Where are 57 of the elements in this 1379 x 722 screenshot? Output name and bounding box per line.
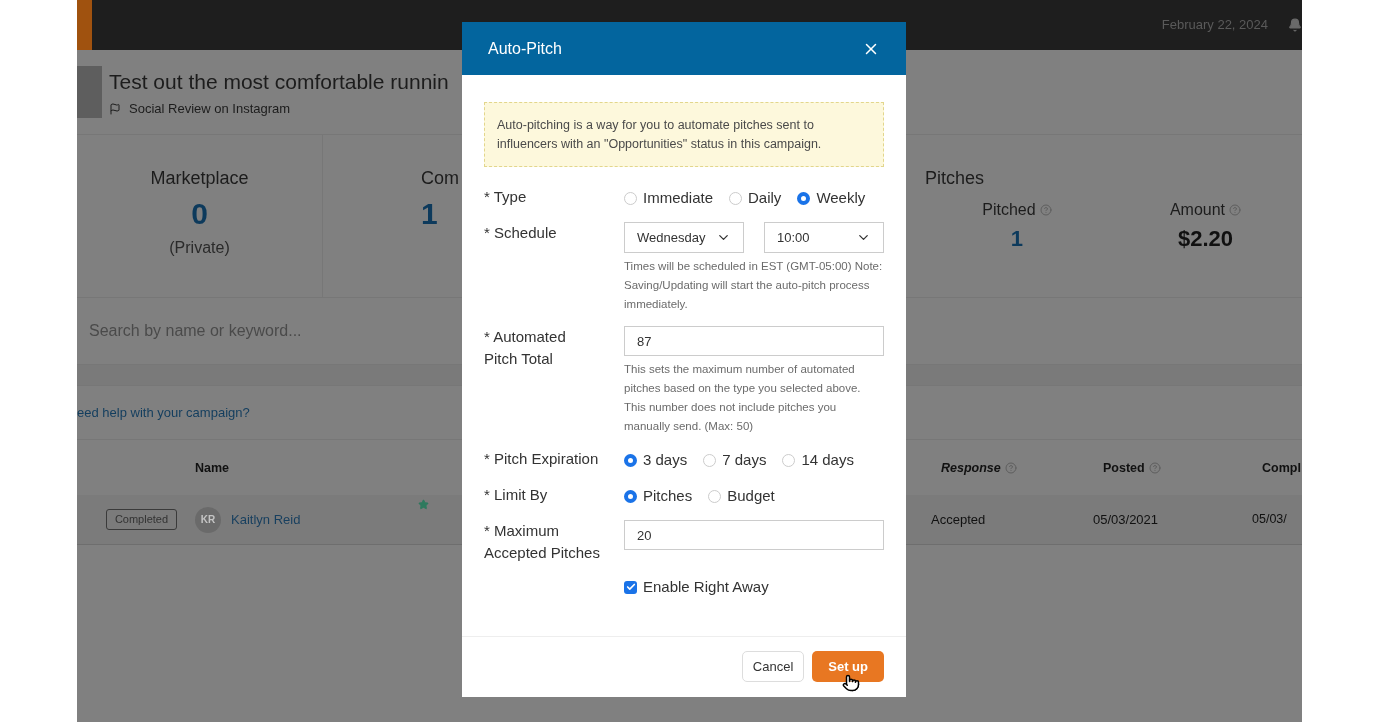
campaign-title: Test out the most comfortable runnin: [109, 68, 449, 95]
column-header[interactable]: Posted: [1103, 458, 1161, 478]
input-field[interactable]: 87: [624, 326, 884, 356]
pitches-title: Pitches: [925, 168, 985, 188]
radio-option[interactable]: 3 days: [624, 448, 688, 472]
photo-placeholder: [77, 66, 102, 118]
help-icon: [1039, 204, 1052, 216]
avatar: KR: [195, 506, 221, 533]
radio-option[interactable]: Budget: [708, 484, 775, 508]
help-text: Times will be scheduled in EST (GMT-05:00) Note: Saving/Updating will start the auto-pitch process immediately.: [624, 259, 884, 312]
stat-label: Marketplace: [150, 167, 249, 190]
column-header[interactable]: Name: [195, 458, 230, 478]
radio-option[interactable]: Weekly: [797, 186, 866, 210]
field-label: * Automated Pitch Total: [484, 327, 567, 369]
radio-option[interactable]: 14 days: [782, 448, 854, 472]
dropdown[interactable]: Wednesday: [624, 222, 744, 253]
column-header[interactable]: Compl: [1262, 458, 1301, 478]
stat-note: (Private): [169, 238, 230, 258]
stat-label: Amount: [1169, 198, 1241, 222]
dropdown[interactable]: 10:00: [764, 222, 884, 253]
stat-label: Com: [421, 167, 459, 190]
input-field[interactable]: 20: [624, 520, 884, 550]
help-icon: [1004, 462, 1017, 474]
stat-value: 0: [191, 196, 208, 232]
date-text: February 22, 2024: [1161, 16, 1268, 35]
radio-option[interactable]: Immediate: [624, 186, 714, 210]
star-icon[interactable]: [418, 499, 429, 510]
checkbox[interactable]: Enable Right Away: [624, 576, 884, 599]
hand-cursor-icon: [842, 672, 860, 694]
status-badge: Completed: [106, 509, 177, 530]
stat-value: $2.20: [1177, 225, 1233, 253]
help-icon: [1229, 204, 1241, 216]
help-icon: [1148, 462, 1161, 474]
radio-option[interactable]: 7 days: [703, 448, 767, 472]
dialog-title: Auto-Pitch: [488, 38, 562, 59]
stat-value: 1: [421, 196, 438, 232]
column-header[interactable]: Response: [941, 458, 1017, 478]
help-text: This sets the maximum number of automated pitches based on the type you selected above. This number does not include pitches you manually send. (Max: 50): [624, 362, 862, 434]
field-label: * Type: [484, 187, 528, 207]
stat-label: Pitched: [982, 198, 1052, 222]
campaign-subtitle: Social Review on Instagram: [129, 100, 291, 118]
field-label: * Maximum Accepted Pitches: [484, 521, 601, 563]
field-label: * Schedule: [484, 223, 558, 243]
flag-icon: [109, 102, 121, 115]
field-label: * Limit By: [484, 485, 549, 505]
bell-icon[interactable]: [1288, 18, 1302, 32]
info-box: Auto-pitching is a way for you to automate pitches sent to influencers with an "Opportunities" status in this campaign.: [484, 102, 884, 167]
check-icon: [625, 582, 636, 593]
table-cell-text: 05/03/2021: [1093, 510, 1160, 529]
radio-option[interactable]: Pitches: [624, 484, 693, 508]
table-cell-text: 05/03/: [1252, 511, 1288, 529]
cancel-button[interactable]: Cancel: [741, 651, 805, 682]
field-label: * Pitch Expiration: [484, 449, 600, 469]
stat-value: 1: [1010, 225, 1024, 253]
accent-bar: [77, 0, 92, 50]
table-cell-text: Accepted: [931, 510, 987, 529]
radio-option[interactable]: Daily: [729, 186, 782, 210]
